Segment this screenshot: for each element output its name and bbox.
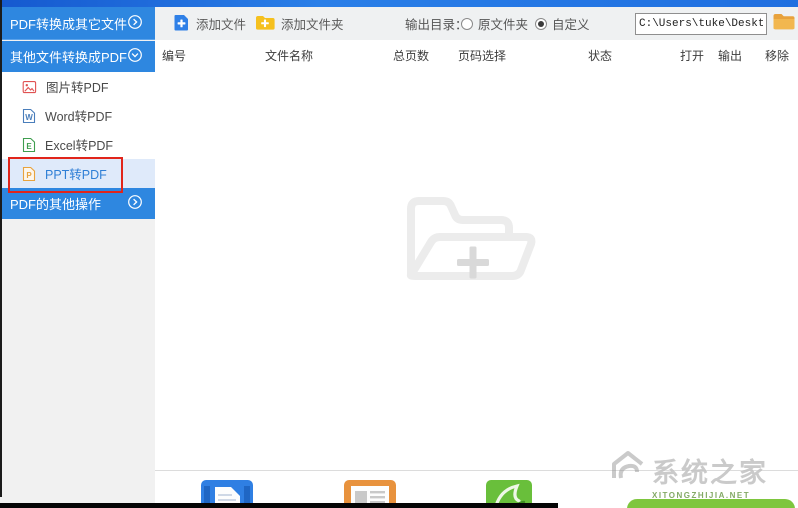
chevron-right-circle-icon [127,194,143,213]
svg-text:E: E [26,142,32,151]
app-window: PDF转换成其它文件 其他文件转换成PDF 图片转PDF W Word转PDF … [0,0,798,508]
sidebar-item-word-to-pdf[interactable]: W Word转PDF [0,101,155,130]
chevron-down-circle-icon [127,47,143,66]
column-open: 打开 [680,49,705,63]
add-folder-icon [255,14,275,34]
sidebar-section-label: 其他文件转换成PDF [10,50,128,65]
column-remove: 移除 [765,49,790,63]
column-filename: 文件名称 [265,49,314,63]
chevron-right-circle-icon [127,14,143,33]
sidebar-item-label: 图片转PDF [46,81,109,95]
ppt-file-icon: P [22,166,36,182]
radio-unselected-icon[interactable] [461,17,473,30]
start-convert-button[interactable] [627,499,795,508]
image-file-icon [22,79,37,95]
column-status: 状态 [588,49,613,63]
window-title-bar [0,0,798,7]
sidebar-item-label: Word转PDF [45,110,113,124]
browse-folder-button[interactable] [771,12,797,34]
add-file-label: 添加文件 [196,18,247,32]
folder-icon [772,12,796,34]
svg-text:W: W [25,113,33,122]
add-folder-outline-icon [406,197,536,280]
sidebar-item-label: PPT转PDF [45,168,107,182]
sidebar-submenu: 图片转PDF W Word转PDF E Excel转PDF P PPT转PDF [0,72,155,193]
file-table-header: 编号 文件名称 总页数 页码选择 状态 打开 输出 移除 [155,40,798,68]
main-panel: 添加文件 添加文件夹 输出目录： 原文件夹 自定义 C:\Users\tuke\… [155,7,798,508]
bottom-crop-artifact [0,503,558,508]
column-total-pages: 总页数 [393,49,430,63]
sidebar-item-image-to-pdf[interactable]: 图片转PDF [0,72,155,101]
sidebar-section-label: PDF转换成其它文件 [10,16,128,32]
sidebar-section-pdf-to-other[interactable]: PDF转换成其它文件 [0,7,155,40]
add-folder-label: 添加文件夹 [281,18,344,32]
column-page-select: 页码选择 [458,49,507,63]
radio-custom-label: 自定义 [552,18,590,32]
output-directory-label: 输出目录： [405,18,468,32]
sidebar: PDF转换成其它文件 其他文件转换成PDF 图片转PDF W Word转PDF … [0,7,155,508]
add-file-icon [173,14,190,34]
sidebar-item-label: Excel转PDF [45,139,114,153]
sidebar-section-label: PDF的其他操作 [10,197,102,212]
window-left-border [0,0,2,497]
column-output: 输出 [718,49,743,63]
add-file-button[interactable]: 添加文件 [173,7,246,40]
add-folder-button[interactable]: 添加文件夹 [255,7,344,40]
output-path-input[interactable] [635,13,767,35]
radio-original-label: 原文件夹 [478,18,529,32]
toolbar: 添加文件 添加文件夹 输出目录： 原文件夹 自定义 [155,7,798,40]
sidebar-item-ppt-to-pdf[interactable]: P PPT转PDF [0,157,155,193]
excel-file-icon: E [22,137,36,153]
sidebar-section-other-to-pdf[interactable]: 其他文件转换成PDF [0,41,155,72]
sidebar-item-excel-to-pdf[interactable]: E Excel转PDF [0,130,155,159]
radio-selected-icon[interactable] [535,17,547,30]
radio-custom-folder[interactable]: 自定义 [535,7,590,40]
word-file-icon: W [22,108,36,124]
column-number: 编号 [162,49,187,63]
svg-text:P: P [26,171,32,180]
file-list-area[interactable] [155,67,798,470]
radio-original-folder[interactable]: 原文件夹 [461,7,528,40]
empty-dropzone[interactable] [387,179,559,311]
sidebar-section-pdf-operations[interactable]: PDF的其他操作 [0,188,155,219]
